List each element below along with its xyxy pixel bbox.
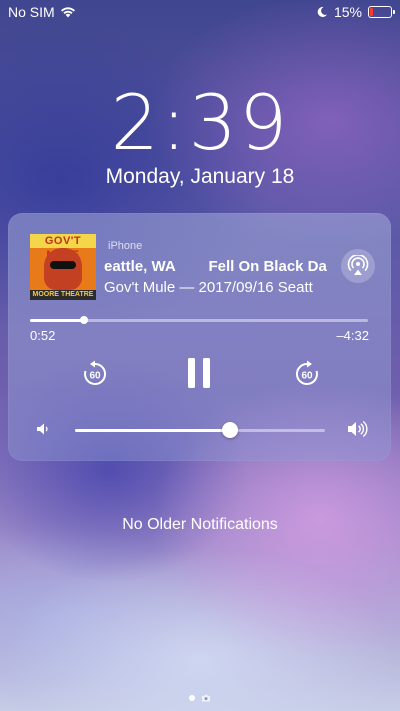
no-older-notifications: No Older Notifications — [122, 516, 278, 533]
wifi-icon — [60, 7, 75, 18]
skip-forward-label: 60 — [301, 371, 313, 382]
lock-screen-time: 2:39 — [110, 78, 290, 167]
now-playing-widget[interactable]: GOV'T MULE MOORE THEATRE iPhone eattle, … — [8, 213, 391, 461]
page-indicator[interactable] — [0, 694, 400, 702]
moon-icon — [317, 6, 327, 17]
track-title: eattle, WA Fell On Black Da — [104, 258, 327, 275]
album-art-glasses — [50, 261, 76, 269]
progress-knob[interactable] — [80, 316, 89, 324]
volume-low-icon — [37, 423, 48, 435]
skip-back-button[interactable]: 60 — [80, 359, 110, 389]
battery-icon — [368, 6, 395, 18]
status-bar: No SIM 15% — [0, 0, 400, 24]
elapsed-time: 0:52 — [30, 328, 56, 343]
skip-forward-60-icon: 60 — [295, 360, 318, 385]
status-left: No SIM — [8, 4, 76, 20]
carrier-label: No SIM — [8, 4, 55, 20]
album-art-title: GOV'T MULE — [30, 234, 96, 261]
playback-source: iPhone — [108, 240, 143, 252]
volume-knob[interactable] — [222, 422, 238, 438]
volume-high-icon — [348, 420, 368, 438]
album-art[interactable]: GOV'T MULE MOORE THEATRE — [30, 234, 96, 300]
camera-icon — [202, 694, 210, 702]
page-dot-active — [189, 695, 195, 701]
progress-scrubber[interactable] — [30, 316, 368, 324]
skip-back-60-icon: 60 — [84, 360, 107, 385]
skip-back-label: 60 — [89, 371, 101, 382]
volume-fill — [75, 429, 230, 432]
pause-icon — [188, 358, 210, 388]
airplay-button[interactable] — [341, 249, 375, 283]
album-art-venue: MOORE THEATRE — [30, 290, 96, 300]
remaining-time: –4:32 — [336, 328, 369, 343]
volume-high-button — [347, 420, 369, 443]
status-right: 15% — [316, 4, 395, 20]
pause-button[interactable] — [184, 356, 214, 390]
lock-screen-date: Monday, January 18 — [105, 165, 295, 188]
airplay-icon — [347, 255, 369, 275]
progress-fill — [30, 319, 85, 322]
battery-percent: 15% — [333, 4, 362, 20]
track-subtitle: Gov't Mule — 2017/09/16 Seatt — [104, 279, 313, 296]
volume-slider[interactable] — [75, 422, 325, 438]
battery-level — [370, 8, 373, 16]
skip-forward-button[interactable]: 60 — [292, 359, 322, 389]
album-art-face — [44, 248, 82, 290]
volume-low-button — [36, 422, 50, 441]
